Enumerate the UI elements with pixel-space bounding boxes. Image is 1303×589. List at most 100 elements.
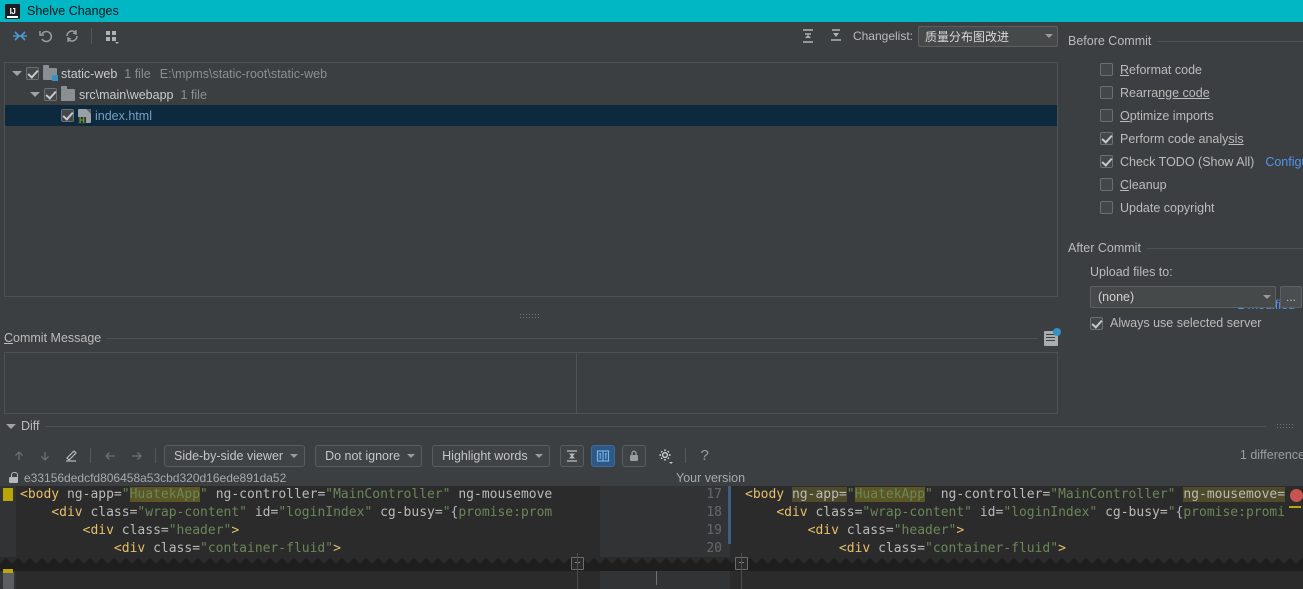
checkbox-perform-code-analysis[interactable] (1100, 132, 1113, 145)
edit-source-icon[interactable] (60, 445, 82, 467)
left-code-content: <body ng-app="HuatekApp" ng-controller="… (20, 487, 553, 556)
commit-message-input[interactable] (4, 352, 1058, 414)
tree-item-label: static-web (61, 66, 118, 81)
expand-triangle-icon[interactable] (29, 92, 40, 97)
option-optimize-imports[interactable]: Optimize imports (1068, 104, 1303, 127)
changelist-label: Changelist: (852, 29, 913, 43)
viewer-mode-value: Side-by-side viewer (174, 448, 284, 463)
configure-todo-link[interactable]: Configure (1265, 155, 1303, 169)
option-perform-code-analysis[interactable]: Perform code analysis (1068, 127, 1303, 150)
changelist-value: 质量分布图改进 (925, 29, 1010, 44)
toolbar-separator (155, 448, 156, 463)
read-only-lock-button[interactable] (621, 444, 646, 467)
accept-right-icon[interactable] (125, 445, 147, 467)
line-number: 17 (706, 487, 722, 502)
checkbox-optimize-imports[interactable] (1100, 109, 1113, 122)
checkbox-reformat-code[interactable] (1100, 63, 1113, 76)
tree-row-static-web[interactable]: static-web 1 file E:\mpms\static-root\st… (5, 63, 1057, 84)
diff-toolbar: Side-by-side viewer Do not ignore Highli… (0, 442, 1303, 469)
diff-pane-left[interactable]: <body ng-app="HuatekApp" ng-controller="… (0, 486, 580, 589)
split-view-button[interactable] (590, 444, 615, 467)
diff-section-header[interactable]: Diff (0, 418, 1303, 434)
collapse-unchanged-button[interactable] (559, 444, 584, 467)
revision-info-row: e33156dedcfd806458a53cbd320d16ede891da52… (0, 469, 1303, 486)
highlight-mode-dropdown[interactable]: Highlight words (432, 444, 550, 467)
changelist-dropdown[interactable]: 质量分布图改进 (918, 25, 1058, 47)
window-title: Shelve Changes (27, 4, 119, 18)
difference-count-label: 1 difference (1239, 448, 1303, 462)
after-commit-header: After Commit (1068, 241, 1303, 255)
tree-row-src-main-webapp[interactable]: src\main\webapp 1 file (5, 84, 1057, 105)
checkbox-update-copyright[interactable] (1100, 201, 1113, 214)
ignore-mode-value: Do not ignore (325, 448, 401, 463)
html-file-icon (78, 108, 91, 124)
tree-row-index-html[interactable]: index.html (5, 105, 1057, 126)
checkbox-rearrange-code[interactable] (1100, 86, 1113, 99)
accept-left-icon[interactable] (99, 445, 121, 467)
changelist-bar: Changelist: 质量分布图改进 (797, 22, 1058, 50)
help-icon[interactable]: ? (694, 445, 716, 467)
option-reformat-code[interactable]: Reformat code (1068, 58, 1303, 81)
commit-message-label: Commit Message (4, 331, 102, 345)
next-difference-icon[interactable] (34, 445, 56, 467)
folder-icon (43, 64, 58, 81)
tree-item-label: src\main\webapp (79, 87, 174, 102)
left-scrollbar-thumb[interactable] (3, 572, 14, 589)
toolbar-separator (91, 28, 92, 44)
option-check-todo[interactable]: Check TODO (Show All) Configure (1068, 150, 1303, 173)
checkbox-src-main-webapp[interactable] (44, 88, 57, 101)
commit-options-panel: Before Commit Reformat code Rearrange co… (1060, 22, 1303, 422)
highlight-mode-value: Highlight words (442, 448, 528, 463)
upload-server-value: (none) (1098, 290, 1135, 304)
title-bar: Shelve Changes (0, 0, 1303, 22)
checkbox-always-use-server[interactable] (1090, 316, 1103, 330)
diff-pane-right[interactable]: 17 18 19 20 17 18 19 20 <body ng-app="Hu… (600, 486, 1303, 589)
option-rearrange-code[interactable]: Rearrange code (1068, 81, 1303, 104)
rollback-icon[interactable] (34, 25, 57, 47)
upload-server-dropdown[interactable]: (none) (1090, 286, 1276, 308)
before-commit-header: Before Commit (1068, 34, 1303, 48)
folded-region-separator[interactable] (0, 557, 1303, 571)
checkbox-cleanup[interactable] (1100, 178, 1113, 191)
warning-marker (1289, 506, 1301, 508)
diff-splitter-grip[interactable] (1277, 423, 1295, 429)
modified-lines-bar (728, 486, 731, 544)
expand-all-icon[interactable] (797, 25, 820, 47)
splitter-grip[interactable] (520, 314, 542, 319)
settings-gear-icon[interactable] (655, 445, 677, 467)
viewer-mode-dropdown[interactable]: Side-by-side viewer (164, 444, 306, 467)
diff-viewer[interactable]: <body ng-app="HuatekApp" ng-controller="… (0, 486, 1303, 589)
ignore-mode-dropdown[interactable]: Do not ignore (315, 444, 423, 467)
expand-triangle-icon[interactable] (11, 71, 22, 76)
change-marker (3, 488, 13, 501)
checkbox-check-todo[interactable] (1100, 155, 1113, 168)
option-cleanup[interactable]: Cleanup (1068, 173, 1303, 196)
collapse-triangle-icon[interactable] (6, 423, 16, 429)
chevron-down-icon (1263, 295, 1271, 299)
checkbox-index-html[interactable] (61, 109, 74, 122)
column-guide (576, 353, 577, 413)
fold-guide-line (577, 553, 578, 589)
chevron-down-icon (407, 453, 416, 458)
changed-files-tree[interactable]: static-web 1 file E:\mpms\static-root\st… (4, 62, 1058, 297)
option-update-copyright[interactable]: Update copyright (1068, 196, 1303, 219)
option-label: Rearrange code (1120, 85, 1210, 100)
refresh-icon[interactable] (60, 25, 83, 47)
group-by-icon[interactable] (100, 25, 123, 47)
collapse-all-icon[interactable] (8, 25, 31, 47)
checkbox-static-web[interactable] (26, 67, 39, 80)
option-always-use-server[interactable]: Always use selected server (1090, 316, 1303, 330)
divider (1157, 40, 1303, 42)
shelve-changes-window: Shelve Changes (0, 0, 1303, 589)
commit-message-header: Commit Message (4, 327, 1061, 346)
divider (107, 337, 1038, 339)
option-label: Check TODO (Show All) (1120, 154, 1255, 169)
previous-difference-icon[interactable] (8, 445, 30, 467)
option-label: Optimize imports (1120, 108, 1214, 123)
tree-item-label: index.html (95, 108, 152, 123)
tree-item-count: 1 file (124, 66, 151, 81)
folder-icon (61, 85, 75, 101)
collapse-selection-icon[interactable] (825, 25, 848, 47)
commit-history-icon[interactable] (1044, 327, 1061, 346)
browse-servers-button[interactable]: ... (1280, 286, 1302, 308)
